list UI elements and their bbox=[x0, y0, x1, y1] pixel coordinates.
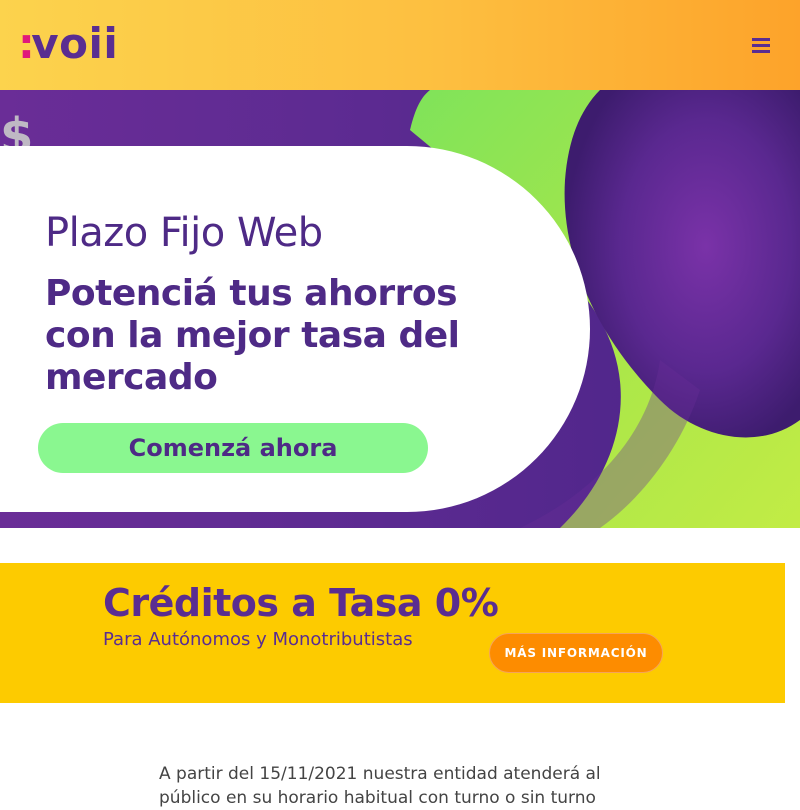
site-header: :voii bbox=[0, 0, 800, 90]
start-now-button[interactable]: Comenzá ahora bbox=[38, 423, 428, 473]
voii-logo[interactable]: :voii bbox=[18, 22, 118, 66]
notice-text: A partir del 15/11/2021 nuestra entidad … bbox=[159, 764, 601, 808]
logo-text: voii bbox=[31, 19, 119, 68]
hamburger-menu-icon[interactable] bbox=[748, 32, 774, 58]
credit-promo-banner: Créditos a Tasa 0% Para Autónomos y Mono… bbox=[0, 563, 785, 703]
promo-subtitle: Para Autónomos y Monotributistas bbox=[103, 629, 413, 650]
more-info-button[interactable]: MÁS INFORMACIÓN bbox=[489, 633, 663, 673]
promo-title: Créditos a Tasa 0% bbox=[103, 581, 499, 625]
hero-title: Plazo Fijo Web bbox=[45, 210, 323, 256]
hero-heading: Potenciá tus ahorros con la mejor tasa d… bbox=[45, 273, 460, 398]
